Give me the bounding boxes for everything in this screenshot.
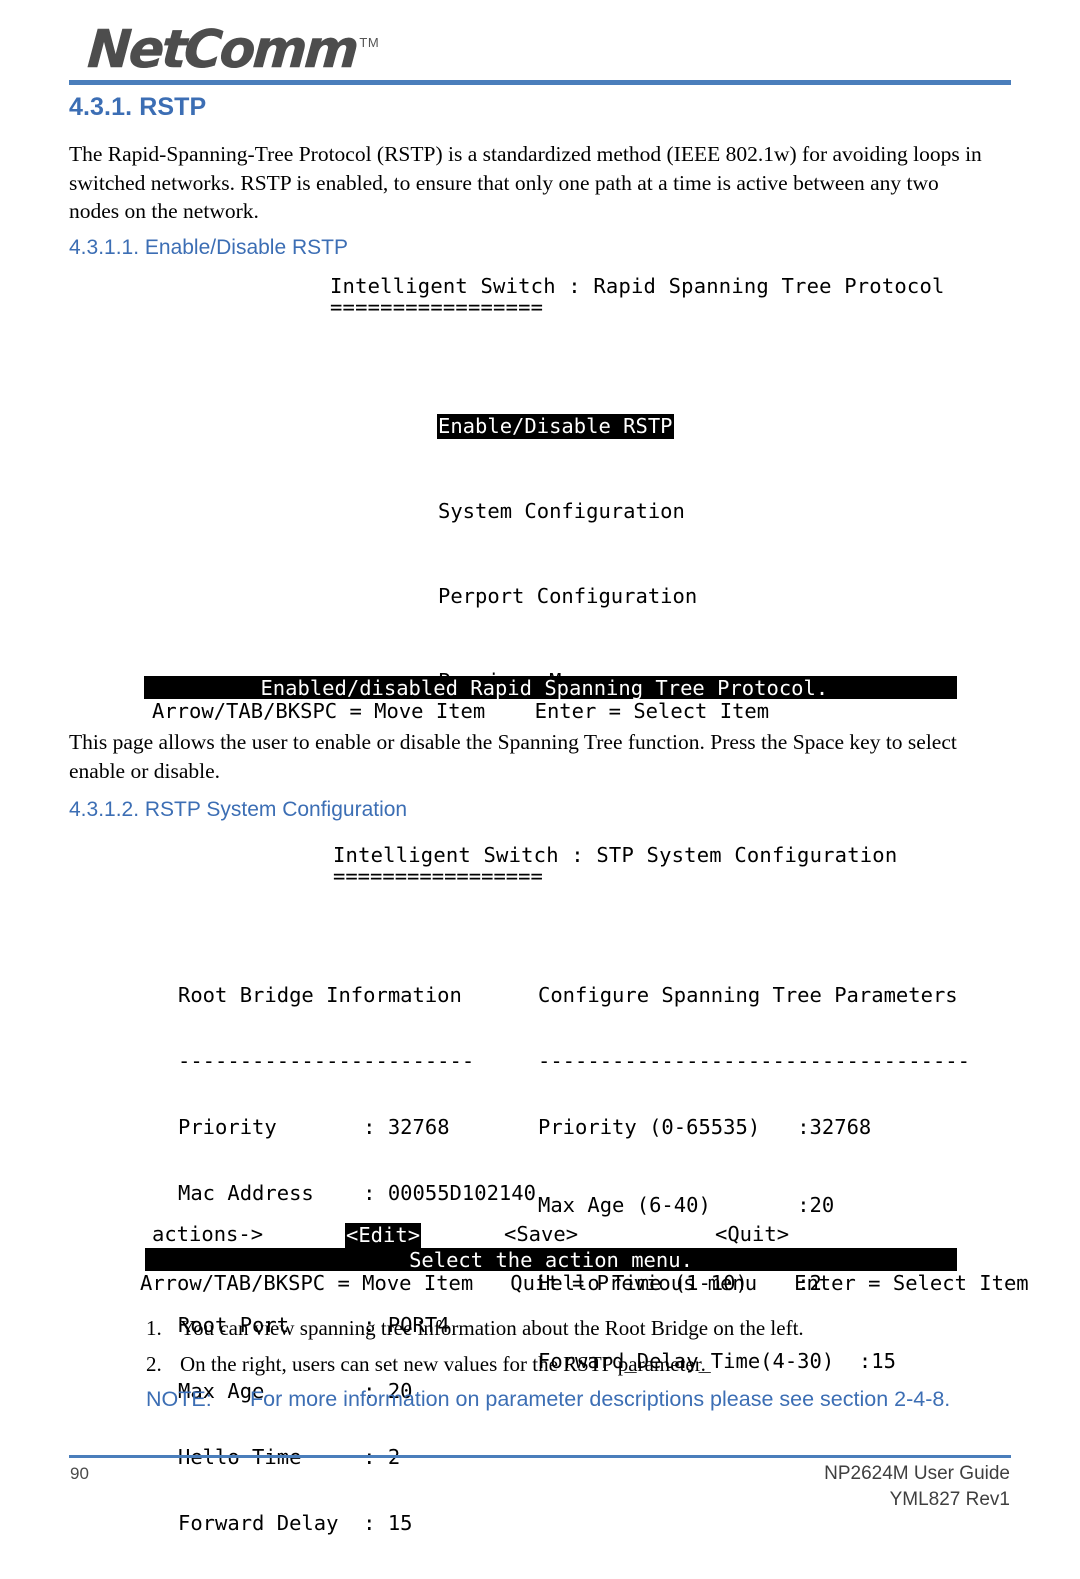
- footer-revision: YML827 Rev1: [889, 1489, 1010, 1510]
- param-value: :32768: [797, 1115, 872, 1139]
- action-save-button[interactable]: <Save>: [504, 1223, 578, 1245]
- param-label: Max Age (6-40): [538, 1193, 711, 1217]
- list-item-number: 2.: [146, 1352, 162, 1376]
- note-label: NOTE:: [146, 1387, 212, 1411]
- logo-wordmark: NetComm: [85, 20, 359, 81]
- paragraph-after-first-screen: This page allows the user to enable or d…: [69, 730, 957, 783]
- action-edit-button[interactable]: <Edit>: [345, 1223, 422, 1248]
- list-item: 1. You can view spanning tree informatio…: [146, 1310, 1016, 1346]
- terminal2-title: Intelligent Switch : STP System Configur…: [333, 843, 898, 867]
- configure-params-heading: Configure Spanning Tree Parameters: [538, 983, 958, 1007]
- root-bridge-row-forward-delay: Forward Delay : 15: [178, 1512, 536, 1534]
- terminal2-help-line: Arrow/TAB/BKSPC = Move Item Quit = Previ…: [140, 1271, 1029, 1295]
- param-label: Priority (0-65535): [538, 1115, 761, 1139]
- root-bridge-heading: Root Bridge Information: [178, 983, 462, 1007]
- document-page: NetComm TM 4.3.1. RSTP The Rapid-Spannin…: [0, 0, 1080, 1534]
- footer-guide-title: NP2624M User Guide: [824, 1463, 1010, 1484]
- root-bridge-row-mac-address: Mac Address : 00055D102140: [178, 1182, 536, 1204]
- root-bridge-row-priority: Priority : 32768: [178, 1116, 536, 1138]
- row-value: 00055D102140: [387, 1181, 536, 1205]
- terminal1-status-banner: Enabled/disabled Rapid Spanning Tree Pro…: [144, 676, 957, 699]
- terminal1-title: Intelligent Switch : Rapid Spanning Tree…: [330, 274, 945, 298]
- terminal1-title-rule: =================: [330, 295, 544, 319]
- list-item-text: On the right, users can set new values f…: [180, 1352, 706, 1376]
- row-value: 32768: [387, 1115, 450, 1139]
- header-divider: [69, 80, 1011, 85]
- footer-divider: [69, 1455, 1011, 1458]
- list-item: 2. On the right, users can set new value…: [146, 1346, 1016, 1382]
- trademark-icon: TM: [359, 35, 380, 50]
- row-label: Mac Address :: [178, 1181, 376, 1205]
- terminal-screenshot-rstp-menu: Intelligent Switch : Rapid Spanning Tree…: [0, 270, 1080, 723]
- note-block: NOTE: For more information on parameter …: [146, 1383, 1026, 1416]
- heading-section-4311: 4.3.1.1. Enable/Disable RSTP: [69, 236, 348, 259]
- numbered-list: 1. You can view spanning tree informatio…: [146, 1310, 1016, 1382]
- row-label: Priority :: [178, 1115, 376, 1139]
- footer-page-number: 90: [70, 1464, 89, 1483]
- heading-section-431: 4.3.1. RSTP: [69, 93, 207, 121]
- note-text: For more information on parameter descri…: [250, 1387, 951, 1411]
- root-bridge-divider: ------------------------: [178, 1049, 475, 1073]
- row-label: Forward Delay :: [178, 1511, 376, 1535]
- row-value: 15: [387, 1511, 413, 1535]
- param-field-priority[interactable]: Priority (0-65535) :32768: [538, 1116, 970, 1138]
- terminal1-help-line: Arrow/TAB/BKSPC = Move Item Enter = Sele…: [152, 699, 770, 723]
- paragraph-intro: The Rapid-Spanning-Tree Protocol (RSTP) …: [69, 142, 982, 223]
- terminal2-actions-row: actions-> <Edit> <Save> <Quit>: [152, 1222, 962, 1248]
- footer-document-info: NP2624M User Guide YML827 Rev1: [824, 1461, 1010, 1513]
- terminal2-status-banner: Select the action menu.: [145, 1248, 957, 1271]
- netcomm-logo: NetComm TM: [85, 14, 380, 81]
- list-item-number: 1.: [146, 1316, 162, 1340]
- param-field-max-age[interactable]: Max Age (6-40) :20: [538, 1194, 970, 1216]
- menu-item-system-configuration[interactable]: System Configuration: [437, 499, 686, 524]
- configure-params-divider: -----------------------------------: [538, 1049, 970, 1073]
- param-value: :20: [797, 1193, 835, 1217]
- terminal2-title-rule: =================: [333, 864, 543, 888]
- heading-section-4312: 4.3.1.2. RSTP System Configuration: [69, 798, 408, 821]
- menu-item-enable-disable-rstp[interactable]: Enable/Disable RSTP: [437, 414, 674, 439]
- terminal-screenshot-stp-system-config: Intelligent Switch : STP System Configur…: [0, 840, 1080, 1534]
- menu-item-perport-configuration[interactable]: Perport Configuration: [437, 584, 698, 609]
- list-item-text: You can view spanning tree information a…: [180, 1316, 804, 1340]
- action-quit-button[interactable]: <Quit>: [715, 1223, 789, 1245]
- actions-prompt: actions->: [152, 1222, 264, 1246]
